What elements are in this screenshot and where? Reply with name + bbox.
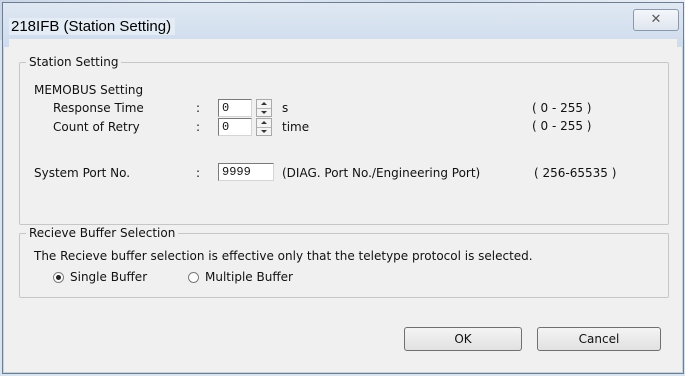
- count-of-retry-label: Count of Retry: [53, 120, 140, 134]
- dialog-client: Station Setting MEMOBUS Setting Response…: [9, 39, 677, 367]
- count-of-retry-unit: time: [282, 120, 310, 134]
- radio-single-buffer-circle[interactable]: [53, 272, 64, 283]
- dialog-window: 218IFB (Station Setting) ✕ Station Setti…: [2, 2, 684, 374]
- count-of-retry-spinner[interactable]: [256, 118, 272, 136]
- station-setting-legend: Station Setting: [26, 55, 122, 69]
- receive-buffer-legend: Recieve Buffer Selection: [26, 226, 179, 240]
- system-port-label: System Port No.: [34, 166, 131, 180]
- ok-button[interactable]: OK: [404, 327, 522, 351]
- spin-up-icon: [261, 102, 267, 105]
- count-of-retry-input[interactable]: 0: [218, 118, 252, 136]
- system-port-colon: :: [196, 166, 201, 180]
- window-title: 218IFB (Station Setting): [9, 18, 176, 35]
- close-button[interactable]: ✕: [633, 9, 679, 31]
- radio-multiple-buffer-circle[interactable]: [188, 272, 199, 283]
- cancel-button[interactable]: Cancel: [537, 327, 661, 351]
- response-time-input[interactable]: 0: [218, 99, 252, 117]
- response-time-colon: :: [196, 101, 201, 115]
- count-of-retry-colon: :: [196, 120, 201, 134]
- spin-down-icon: [261, 130, 267, 133]
- radio-multiple-buffer-label[interactable]: Multiple Buffer: [205, 270, 293, 284]
- response-time-label: Response Time: [53, 101, 144, 115]
- memobus-setting-label: MEMOBUS Setting: [34, 83, 144, 97]
- count-of-retry-range: ( 0 - 255 ): [532, 119, 592, 133]
- response-time-spinner[interactable]: [256, 99, 272, 117]
- spin-down-button[interactable]: [257, 108, 271, 116]
- close-icon: ✕: [650, 12, 662, 27]
- spin-up-icon: [261, 121, 267, 124]
- receive-buffer-group: Recieve Buffer Selection The Recieve buf…: [19, 226, 669, 298]
- spin-down-button[interactable]: [257, 127, 271, 135]
- station-setting-group: Station Setting MEMOBUS Setting Response…: [19, 55, 669, 225]
- radio-selected-dot: [56, 275, 61, 280]
- response-time-unit: s: [282, 101, 289, 115]
- system-port-note: (DIAG. Port No./Engineering Port): [282, 166, 481, 180]
- system-port-range: ( 256-65535 ): [534, 166, 617, 180]
- radio-single-buffer-label[interactable]: Single Buffer: [70, 270, 147, 284]
- spin-down-icon: [261, 111, 267, 114]
- receive-buffer-description: The Recieve buffer selection is effectiv…: [34, 249, 533, 263]
- system-port-input[interactable]: 9999: [218, 163, 274, 181]
- response-time-range: ( 0 - 255 ): [532, 101, 592, 115]
